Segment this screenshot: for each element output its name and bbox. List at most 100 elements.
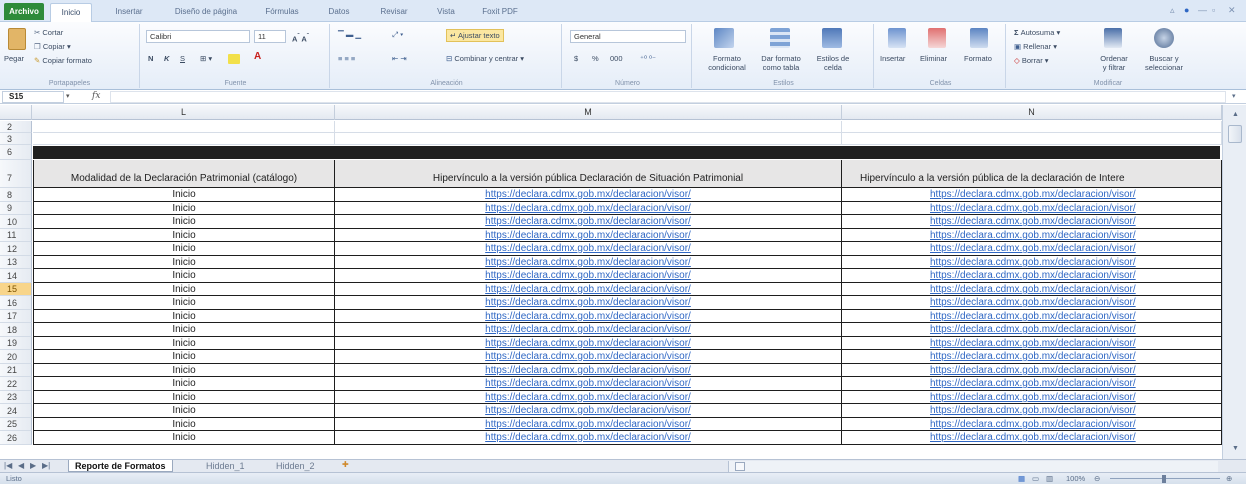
tab-datos[interactable]: Datos (316, 3, 362, 20)
cell-link-intereses[interactable]: https://declara.cdmx.gob.mx/declaracion/… (842, 188, 1222, 202)
minimize-ribbon-icon[interactable]: ▵ (1170, 5, 1175, 16)
row-header[interactable]: 25 (0, 418, 32, 431)
cell-link-patrimonial[interactable]: https://declara.cdmx.gob.mx/declaracion/… (335, 323, 842, 337)
table-header-hipervinculo-intereses[interactable]: Hipervínculo a la versión pública de la … (842, 160, 1222, 188)
cell-link-intereses[interactable]: https://declara.cdmx.gob.mx/declaracion/… (842, 337, 1222, 350)
row-header[interactable]: 11 (0, 229, 32, 242)
scroll-up-icon[interactable]: ▲ (1232, 111, 1239, 118)
scroll-down-icon[interactable]: ▼ (1232, 445, 1239, 452)
zoom-in-icon[interactable]: ⊕ (1226, 474, 1232, 483)
cell-link-intereses[interactable]: https://declara.cdmx.gob.mx/declaracion/… (842, 283, 1222, 296)
cell-link-intereses[interactable]: https://declara.cdmx.gob.mx/declaracion/… (842, 418, 1222, 431)
tab-inicio[interactable]: Inicio (50, 3, 92, 22)
tab-diseno-pagina[interactable]: Diseño de página (164, 3, 248, 20)
cell-modalidad[interactable]: Inicio (33, 215, 335, 229)
prev-sheet-icon[interactable]: ◀ (18, 461, 24, 470)
row-header[interactable]: 13 (0, 256, 32, 269)
grow-font-button[interactable]: Aˆ Aˇ (292, 32, 309, 44)
cell-link-patrimonial[interactable]: https://declara.cdmx.gob.mx/declaracion/… (335, 229, 842, 242)
cell-modalidad[interactable]: Inicio (33, 256, 335, 269)
cell-link-patrimonial[interactable]: https://declara.cdmx.gob.mx/declaracion/… (335, 350, 842, 364)
cell-link-patrimonial[interactable]: https://declara.cdmx.gob.mx/declaracion/… (335, 283, 842, 296)
name-box-dropdown-icon[interactable]: ▾ (66, 92, 70, 100)
row-header[interactable]: 20 (0, 350, 32, 364)
cell-empty[interactable] (33, 133, 335, 145)
column-header-l[interactable]: L (33, 105, 335, 120)
zoom-out-icon[interactable]: ⊖ (1094, 474, 1100, 483)
italic-button[interactable]: K (164, 54, 169, 63)
tab-insertar[interactable]: Insertar (100, 3, 158, 20)
first-sheet-icon[interactable]: |◀ (4, 461, 12, 470)
row-header[interactable]: 22 (0, 377, 32, 391)
copy-format-button[interactable]: ✎ Copiar formato (34, 56, 92, 65)
percent-button[interactable]: % (592, 54, 599, 63)
insert-sheet-icon[interactable]: ✚ (342, 460, 349, 469)
cell-link-intereses[interactable]: https://declara.cdmx.gob.mx/declaracion/… (842, 242, 1222, 256)
clear-button[interactable]: ◇ Borrar ▾ (1014, 56, 1049, 65)
table-header-hipervinculo-patrimonial[interactable]: Hipervínculo a la versión pública Declar… (335, 160, 842, 188)
tab-archivo[interactable]: Archivo (4, 3, 44, 20)
next-sheet-icon[interactable]: ▶ (30, 461, 36, 470)
cell-modalidad[interactable]: Inicio (33, 323, 335, 337)
number-format-select[interactable]: General (570, 30, 686, 43)
conditional-format-button[interactable]: Formato condicional (702, 54, 752, 72)
cell-modalidad[interactable]: Inicio (33, 364, 335, 377)
row-header[interactable]: 24 (0, 404, 32, 418)
borders-icon[interactable]: ⊞ ▾ (200, 54, 212, 63)
cell-link-intereses[interactable]: https://declara.cdmx.gob.mx/declaracion/… (842, 202, 1222, 215)
cell-modalidad[interactable]: Inicio (33, 431, 335, 445)
row-header[interactable]: 23 (0, 391, 32, 404)
cell-link-intereses[interactable]: https://declara.cdmx.gob.mx/declaracion/… (842, 391, 1222, 404)
merge-center-button[interactable]: ⊟ Combinar y centrar ▾ (446, 54, 524, 63)
cell-empty[interactable] (842, 121, 1222, 133)
cell-modalidad[interactable]: Inicio (33, 350, 335, 364)
cell-modalidad[interactable]: Inicio (33, 404, 335, 418)
view-page-layout-icon[interactable]: ▭ (1032, 474, 1039, 483)
row-header[interactable]: 10 (0, 215, 32, 229)
help-icon[interactable]: ● (1184, 5, 1189, 15)
tab-foxit-pdf[interactable]: Foxit PDF (472, 3, 528, 20)
cell-modalidad[interactable]: Inicio (33, 296, 335, 310)
row-header[interactable]: 3 (0, 133, 32, 145)
cell-empty[interactable] (335, 121, 842, 133)
cell-link-patrimonial[interactable]: https://declara.cdmx.gob.mx/declaracion/… (335, 310, 842, 323)
select-all-corner[interactable] (0, 105, 32, 120)
cell-link-intereses[interactable]: https://declara.cdmx.gob.mx/declaracion/… (842, 269, 1222, 283)
decimal-icon[interactable]: ⁺⁰ ⁰⁻ (640, 54, 656, 63)
row-header[interactable]: 9 (0, 202, 32, 215)
cell-link-patrimonial[interactable]: https://declara.cdmx.gob.mx/declaracion/… (335, 256, 842, 269)
cell-modalidad[interactable]: Inicio (33, 242, 335, 256)
table-header-modalidad[interactable]: Modalidad de la Declaración Patrimonial … (33, 160, 335, 188)
cell-empty[interactable] (33, 121, 335, 133)
cut-button[interactable]: ✂ Cortar (34, 28, 63, 37)
align-top-icon[interactable]: ▔ ▬ ▁ (338, 30, 361, 39)
name-box[interactable]: S15 (2, 91, 64, 103)
cell-modalidad[interactable]: Inicio (33, 310, 335, 323)
cell-link-intereses[interactable]: https://declara.cdmx.gob.mx/declaracion/… (842, 364, 1222, 377)
cell-empty[interactable] (335, 133, 842, 145)
cell-link-intereses[interactable]: https://declara.cdmx.gob.mx/declaracion/… (842, 404, 1222, 418)
cell-link-patrimonial[interactable]: https://declara.cdmx.gob.mx/declaracion/… (335, 418, 842, 431)
cell-link-intereses[interactable]: https://declara.cdmx.gob.mx/declaracion/… (842, 350, 1222, 364)
row-header[interactable]: 17 (0, 310, 32, 323)
row-header[interactable]: 26 (0, 431, 32, 445)
zoom-level[interactable]: 100% (1066, 474, 1085, 483)
column-header-m[interactable]: M (335, 105, 842, 120)
cell-modalidad[interactable]: Inicio (33, 337, 335, 350)
sort-filter-button[interactable]: Ordenar y filtrar (1092, 54, 1136, 72)
cell-modalidad[interactable]: Inicio (33, 391, 335, 404)
last-sheet-icon[interactable]: ▶| (42, 461, 50, 470)
cell-modalidad[interactable]: Inicio (33, 229, 335, 242)
row-header[interactable]: 15 (0, 283, 32, 296)
cell-modalidad[interactable]: Inicio (33, 283, 335, 296)
view-normal-icon[interactable]: ▦ (1018, 474, 1025, 483)
sheet-tab-hidden-2[interactable]: Hidden_2 (270, 460, 321, 472)
delete-cells-button[interactable]: Eliminar (920, 54, 947, 63)
cell-modalidad[interactable]: Inicio (33, 377, 335, 391)
vertical-scroll-thumb[interactable] (1228, 125, 1242, 143)
cell-link-patrimonial[interactable]: https://declara.cdmx.gob.mx/declaracion/… (335, 431, 842, 445)
vertical-scrollbar[interactable]: ▲ ▼ (1222, 105, 1246, 459)
window-minimize-icon[interactable]: — (1198, 5, 1207, 15)
indent-icon[interactable]: ⇤ ⇥ (392, 54, 407, 63)
insert-cells-button[interactable]: Insertar (880, 54, 905, 63)
